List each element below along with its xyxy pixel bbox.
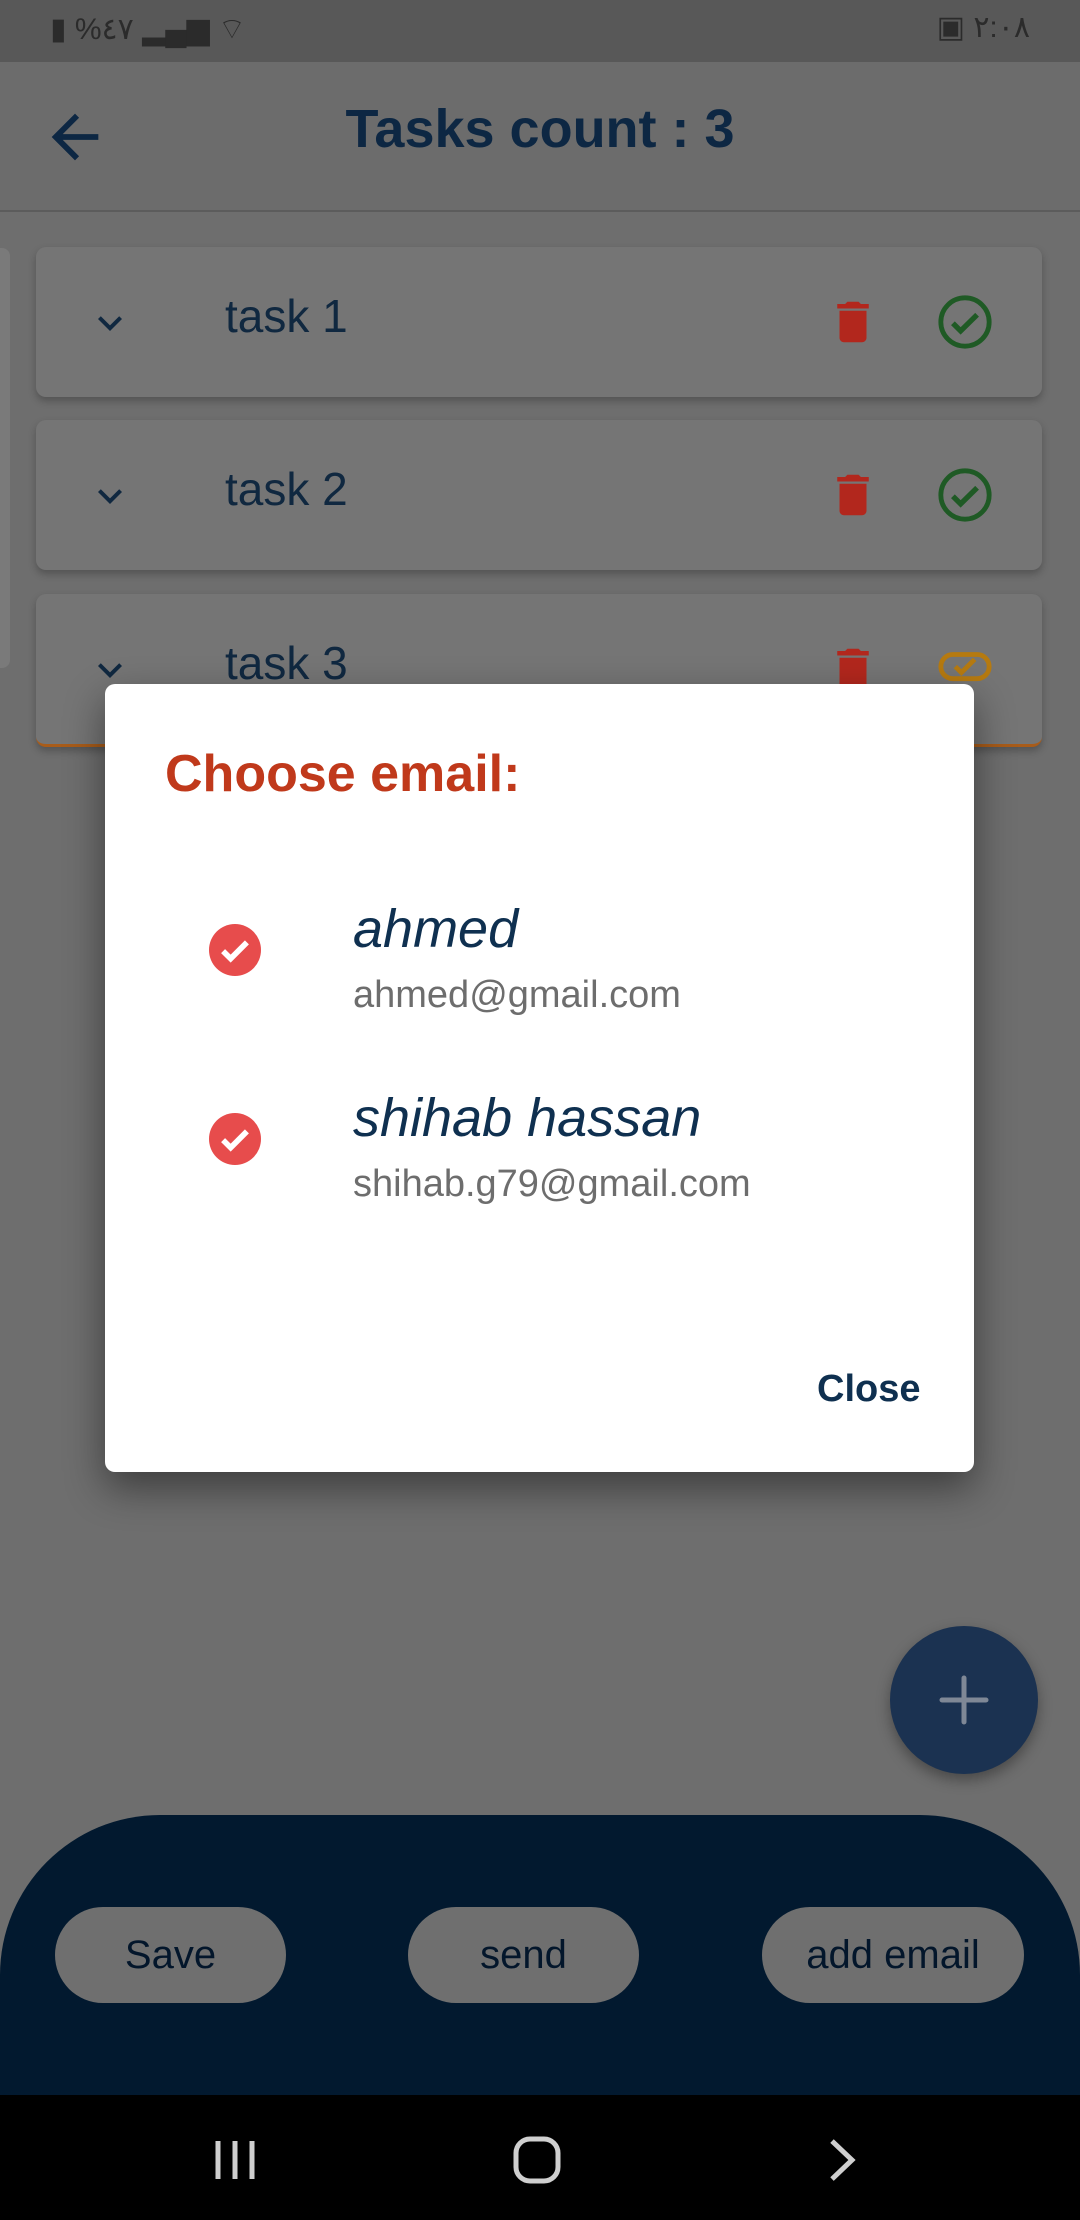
done-status-button[interactable] [936,293,994,351]
check-circle-icon [938,295,992,349]
save-button[interactable]: Save [55,1907,286,2003]
add-task-button[interactable] [890,1626,1038,1774]
chevron-right-icon [830,2139,856,2181]
trash-icon [837,474,869,516]
expand-button[interactable] [86,472,134,520]
check-circle-icon [938,468,992,522]
delete-button[interactable] [826,468,880,522]
contact-email: ahmed@gmail.com [353,974,681,1016]
trash-icon [837,301,869,343]
contact-name: ahmed [353,899,519,959]
battery-icon: ▮ [50,13,67,46]
status-bar: ▮ %٤٧ ▂▄▆ ⌔ ▣ ٢:٠٨ [0,0,1080,62]
wifi-icon: ⌔ [217,13,247,46]
chevron-down-icon [98,489,122,504]
task-label: task 3 [225,637,348,689]
home-button[interactable] [502,2125,572,2195]
add-email-button[interactable]: add email [762,1907,1024,2003]
battery-percent: %٤٧ [74,13,134,46]
page-title: Tasks count : 3 [345,99,735,159]
bottom-action-bar: Save send add email [0,1815,1080,2095]
checked-circle-icon [209,1113,261,1165]
expand-button[interactable] [86,299,134,347]
recent-apps-button[interactable] [200,2125,270,2195]
plus-icon [939,1675,989,1725]
gallery-icon: ▣ [936,11,965,44]
chevron-down-icon [98,316,122,331]
recent-apps-icon [215,2141,255,2179]
status-time: ٢:٠٨ [973,11,1030,44]
status-indicators: ▮ %٤٧ ▂▄▆ ⌔ [50,10,246,52]
email-option[interactable]: ahmed ahmed@gmail.com [105,884,974,1054]
scroll-edge [0,248,10,668]
app-bar: Tasks count : 3 [0,62,1080,212]
close-button[interactable]: Close [805,1360,932,1419]
status-right: ▣ ٢:٠٨ [937,10,1030,52]
email-option[interactable]: shihab hassan shihab.g79@gmail.com [105,1073,974,1243]
dialog-title: Choose email: [165,745,521,803]
delete-button[interactable] [826,295,880,349]
done-status-button[interactable] [936,466,994,524]
task-label: task 2 [225,463,348,515]
task-card-1[interactable]: task 1 [36,247,1042,397]
home-icon [513,2136,561,2184]
send-button[interactable]: send [408,1907,639,2003]
task-card-2[interactable]: task 2 [36,420,1042,570]
signal-icon: ▂▄▆ [142,13,210,46]
task-label: task 1 [225,290,348,342]
choose-email-dialog: Choose email: ahmed ahmed@gmail.com shih… [105,684,974,1472]
back-nav-button[interactable] [806,2125,876,2195]
checked-circle-icon [209,924,261,976]
contact-name: shihab hassan [353,1088,702,1148]
system-nav-bar [0,2095,1080,2220]
contact-email: shihab.g79@gmail.com [353,1163,751,1205]
